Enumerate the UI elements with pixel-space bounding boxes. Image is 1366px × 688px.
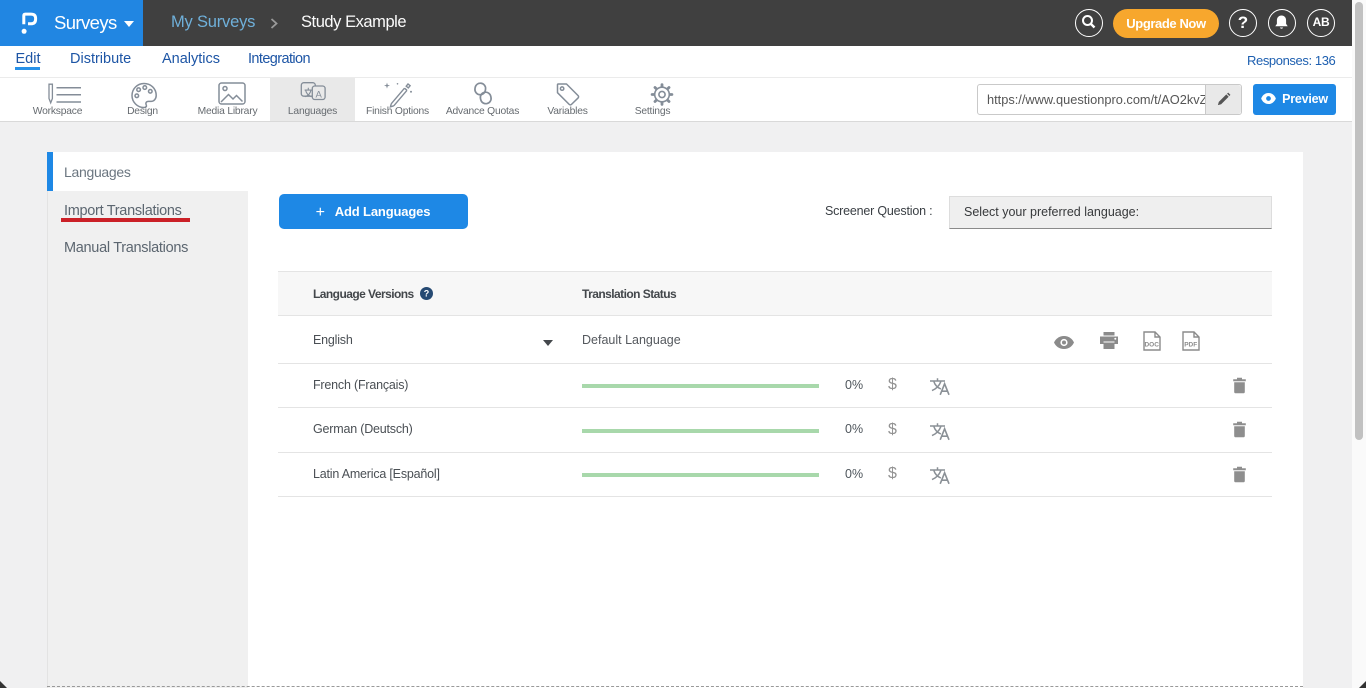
svg-text:A: A bbox=[315, 89, 322, 100]
svg-text:PDF: PDF bbox=[1184, 342, 1197, 349]
svg-text:?: ? bbox=[424, 289, 430, 299]
svg-text:DOC: DOC bbox=[1144, 342, 1159, 349]
